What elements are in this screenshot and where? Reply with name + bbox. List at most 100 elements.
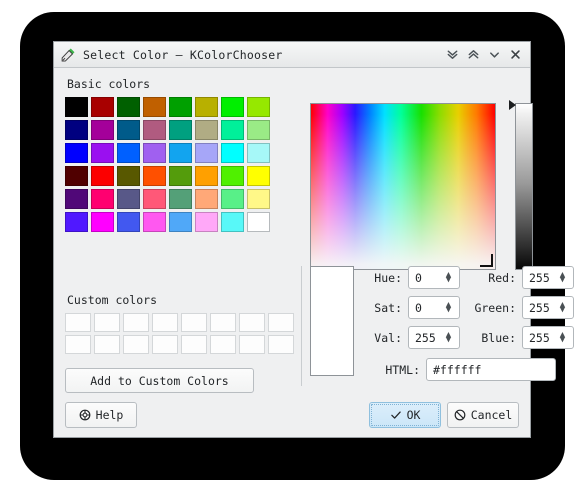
basic-color-swatch[interactable] [247,212,270,232]
color-preview-swatch [310,266,354,376]
custom-color-swatch[interactable] [210,335,236,354]
custom-color-swatch[interactable] [239,335,265,354]
basic-color-swatch[interactable] [247,120,270,140]
window-title: Select Color — KColorChooser [83,47,283,62]
sat-row: Sat: 0 ▲ ▼ Green: 255 ▲ ▼ [364,296,574,319]
add-to-custom-colors-button[interactable]: Add to Custom Colors [65,368,254,393]
basic-color-swatch[interactable] [117,166,140,186]
custom-color-swatch[interactable] [181,313,207,332]
basic-color-swatch[interactable] [117,97,140,117]
vertical-separator [301,266,302,386]
custom-color-swatch[interactable] [181,335,207,354]
custom-color-swatch[interactable] [65,335,91,354]
hue-stepper[interactable]: ▲ ▼ [441,270,456,284]
custom-color-swatch[interactable] [210,313,236,332]
basic-color-swatch[interactable] [221,120,244,140]
basic-color-swatch[interactable] [143,189,166,209]
hue-saturation-gradient[interactable] [310,103,496,270]
sat-input[interactable]: 0 ▲ ▼ [408,296,460,319]
basic-color-swatch[interactable] [169,212,192,232]
basic-color-swatch[interactable] [65,120,88,140]
shade-up-button[interactable] [463,44,484,66]
basic-color-swatch[interactable] [169,120,192,140]
custom-color-swatch[interactable] [152,313,178,332]
hue-input[interactable]: 0 ▲ ▼ [408,266,460,289]
basic-color-swatch[interactable] [195,143,218,163]
basic-color-swatch[interactable] [65,143,88,163]
minimize-button[interactable] [484,44,505,66]
basic-color-swatch[interactable] [91,212,114,232]
basic-color-swatch[interactable] [221,97,244,117]
basic-color-swatch[interactable] [169,143,192,163]
basic-color-swatch[interactable] [221,189,244,209]
val-input[interactable]: 255 ▲ ▼ [408,326,460,349]
red-stepper[interactable]: ▲ ▼ [555,270,570,284]
custom-color-swatch[interactable] [123,335,149,354]
basic-color-swatch[interactable] [143,166,166,186]
basic-color-swatch[interactable] [91,97,114,117]
red-input[interactable]: 255 ▲ ▼ [522,266,574,289]
basic-color-swatch[interactable] [65,189,88,209]
basic-color-swatch[interactable] [117,143,140,163]
green-input[interactable]: 255 ▲ ▼ [522,296,574,319]
blue-input[interactable]: 255 ▲ ▼ [522,326,574,349]
sat-label: Sat: [374,300,402,315]
basic-color-swatch[interactable] [117,120,140,140]
basic-color-swatch[interactable] [247,97,270,117]
custom-color-swatch[interactable] [152,335,178,354]
cancel-button[interactable]: Cancel [447,402,519,428]
custom-color-swatch[interactable] [239,313,265,332]
blue-stepper[interactable]: ▲ ▼ [555,330,570,344]
cancel-button-label: Cancel [470,408,513,422]
value-slider[interactable] [515,103,533,270]
basic-color-swatch[interactable] [91,166,114,186]
custom-colors-grid[interactable] [65,313,297,354]
custom-color-swatch[interactable] [123,313,149,332]
help-button-label: Help [95,408,124,422]
basic-color-swatch[interactable] [91,143,114,163]
basic-color-swatch[interactable] [65,97,88,117]
basic-color-swatch[interactable] [143,212,166,232]
value-slider-handle[interactable] [509,100,516,110]
basic-color-swatch[interactable] [195,120,218,140]
help-button[interactable]: Help [65,402,137,428]
sat-stepper[interactable]: ▲ ▼ [441,300,456,314]
basic-color-swatch[interactable] [195,212,218,232]
ok-button[interactable]: OK [369,402,441,428]
basic-color-swatch[interactable] [195,166,218,186]
basic-color-swatch[interactable] [221,166,244,186]
basic-color-swatch[interactable] [117,212,140,232]
basic-color-swatch[interactable] [91,120,114,140]
basic-color-swatch[interactable] [195,189,218,209]
basic-color-swatch[interactable] [143,120,166,140]
basic-color-swatch[interactable] [65,166,88,186]
shade-down-button[interactable] [442,44,463,66]
basic-color-swatch[interactable] [117,189,140,209]
basic-color-swatch[interactable] [247,166,270,186]
basic-color-swatch[interactable] [221,143,244,163]
basic-color-swatch[interactable] [169,97,192,117]
custom-color-swatch[interactable] [94,313,120,332]
basic-color-swatch[interactable] [247,189,270,209]
hue-row: Hue: 0 ▲ ▼ Red: 255 ▲ ▼ [364,266,574,289]
custom-color-swatch[interactable] [94,335,120,354]
val-stepper[interactable]: ▲ ▼ [441,330,456,344]
basic-color-swatch[interactable] [169,166,192,186]
basic-color-swatch[interactable] [247,143,270,163]
custom-color-swatch[interactable] [268,335,294,354]
check-icon [390,409,402,421]
basic-color-swatch[interactable] [143,97,166,117]
basic-color-swatch[interactable] [221,212,244,232]
val-value: 255 [415,330,436,345]
custom-color-swatch[interactable] [65,313,91,332]
basic-color-swatch[interactable] [143,143,166,163]
basic-color-swatch[interactable] [65,212,88,232]
green-stepper[interactable]: ▲ ▼ [555,300,570,314]
basic-color-swatch[interactable] [169,189,192,209]
red-value: 255 [529,270,550,285]
close-icon[interactable] [505,44,526,66]
basic-color-swatch[interactable] [195,97,218,117]
basic-color-swatch[interactable] [91,189,114,209]
custom-color-swatch[interactable] [268,313,294,332]
html-input[interactable] [426,358,556,381]
